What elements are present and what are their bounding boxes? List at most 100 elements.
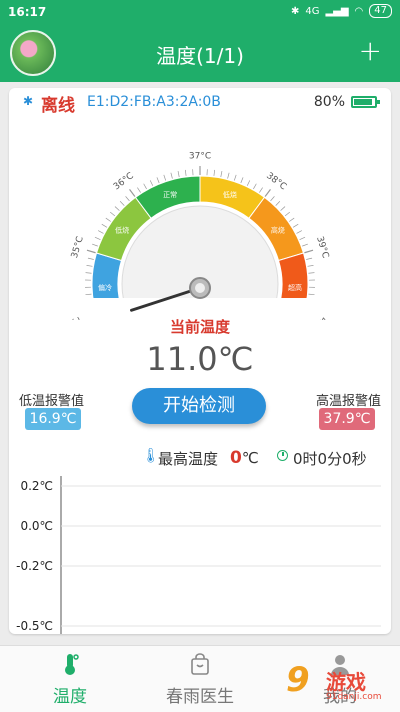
gauge-tick (247, 180, 250, 185)
gauge-tick (92, 244, 98, 246)
gauge-tick (144, 184, 147, 189)
gauge-tick (95, 237, 100, 239)
gauge-tick (171, 173, 173, 179)
gauge-tick (221, 171, 222, 177)
gauge-tick-label: 39°C (314, 235, 330, 259)
gauge-zone-label: 高烧 (271, 226, 285, 235)
low-alarm-value[interactable]: 16.9℃ (25, 408, 81, 430)
gauge-tick (185, 170, 186, 176)
gauge-tick (106, 218, 111, 221)
gauge-tick (98, 231, 103, 234)
gauge-zone-label: 低烧 (115, 226, 129, 235)
gauge-tick (137, 188, 140, 193)
gauge-tick (306, 258, 312, 259)
watermark-logo: 9 游戏 91danji.com (286, 660, 396, 708)
gauge-zone-label: 低烧 (223, 190, 237, 199)
connection-status: 离线 (41, 91, 75, 116)
gauge-tick-label: 37°C (189, 152, 211, 162)
gauge-tick (241, 177, 243, 183)
gauge-tick (115, 207, 119, 211)
temperature-chart: 0.2℃ 0.0℃ -0.2℃ -0.5℃ (9, 476, 391, 634)
status-icons: ✱ 4G ▂▄▆ ◠ 47 (291, 4, 392, 18)
gauge-tick (86, 273, 92, 274)
gauge-tick (253, 184, 256, 189)
bluetooth-status-icon: ✱ (291, 6, 299, 17)
gauge-tick-label: 36°C (112, 171, 136, 192)
gauge-tick (150, 180, 153, 185)
max-temp-value: 0℃ (230, 448, 259, 468)
gauge-tick (309, 294, 315, 295)
status-time: 16:17 (8, 5, 46, 19)
page-title: 温度(1/1) (0, 40, 400, 69)
gauge-tick (120, 201, 124, 205)
gauge-tick (302, 244, 308, 246)
gauge-tick (259, 188, 262, 193)
gauge-tick (265, 189, 270, 196)
gauge-tick (214, 170, 215, 176)
bluetooth-icon: ✱ (23, 94, 33, 108)
status-bar: 16:17 ✱ 4G ▂▄▆ ◠ 47 (0, 0, 400, 24)
gauge-tick (281, 207, 285, 211)
gauge-hub-center (195, 283, 205, 293)
gauge-tick-label: 35°C (70, 235, 86, 259)
max-temp-unit: ℃ (242, 449, 259, 467)
gauge-tick (88, 258, 94, 259)
tab-chunyu-doctor-label: 春雨医生 (130, 682, 270, 707)
chart-y-tick-label: 0.2℃ (20, 479, 53, 493)
chart-y-tick-label: -0.2℃ (16, 559, 53, 573)
gauge-tick (276, 201, 280, 205)
gauge-tick (164, 175, 166, 181)
gauge-tick (110, 212, 115, 216)
gauge-tick (87, 250, 96, 253)
high-alarm-label: 高温报警值 (316, 390, 381, 409)
status-battery: 47 (369, 4, 392, 18)
gauge-tick (85, 294, 91, 295)
gauge-zone-label: 超高 (288, 283, 302, 292)
signal-icon: ▂▄▆ (325, 6, 348, 17)
low-alarm-label: 低温报警值 (19, 390, 84, 409)
high-alarm-value[interactable]: 37.9℃ (319, 408, 375, 430)
gauge-tick (271, 196, 275, 201)
gauge-tick (126, 196, 130, 201)
gauge-tick (297, 231, 302, 234)
chart-y-tick-label: -0.5℃ (16, 619, 53, 633)
watermark-url: 91danji.com (326, 692, 381, 702)
thermometer-icon (58, 652, 82, 676)
gauge-tick (228, 173, 230, 179)
gauge-tick (87, 265, 93, 266)
gauge-zone-label: 偏冷 (98, 283, 112, 292)
clock-icon (277, 450, 288, 461)
tab-temperature-label: 温度 (0, 682, 140, 707)
tab-temperature[interactable]: 温度 (0, 646, 140, 712)
temperature-gauge: 偏冷低烧正常低烧高烧超高34°C35°C36°C37°C38°C39°C40°C (69, 150, 331, 320)
gauge-zone-label: 正常 (163, 190, 177, 199)
device-row: ✱ 离线 E1:D2:FB:A3:2A:0B 80% (9, 88, 391, 116)
wifi-icon: ◠ (355, 6, 364, 17)
tab-chunyu-doctor[interactable]: 春雨医生 (130, 646, 270, 712)
gauge-tick (293, 224, 298, 227)
gauge-tick (300, 237, 305, 239)
add-device-button[interactable]: + (359, 34, 382, 67)
gauge-tick (130, 189, 135, 196)
gauge-tick (289, 218, 294, 221)
gauge-tick (234, 175, 236, 181)
device-battery-text: 80% (314, 94, 345, 110)
current-temperature: 11.0℃ (9, 340, 391, 378)
gauge-tick (157, 177, 159, 183)
gauge-caption: 当前温度 (9, 316, 391, 337)
gauge-tick (285, 212, 290, 216)
chart-y-tick-label: 0.0℃ (20, 519, 53, 533)
start-detect-button[interactable]: 开始检测 (132, 388, 266, 424)
gauge-tick-label: 38°C (264, 171, 288, 192)
watermark-text: 游戏 (326, 666, 366, 695)
app-bar: 温度(1/1) + (0, 24, 400, 82)
gauge-tick (308, 273, 314, 274)
signal-label: 4G (305, 6, 319, 17)
gauge-tick (102, 224, 107, 227)
gauge-tick (308, 265, 314, 266)
device-card: ✱ 离线 E1:D2:FB:A3:2A:0B 80% 偏冷低烧正常低烧高烧超高3… (9, 88, 391, 634)
gauge-tick (178, 171, 179, 177)
battery-icon (351, 96, 377, 108)
max-temp-label: 最高温度 (158, 448, 218, 469)
device-mac: E1:D2:FB:A3:2A:0B (87, 94, 221, 110)
